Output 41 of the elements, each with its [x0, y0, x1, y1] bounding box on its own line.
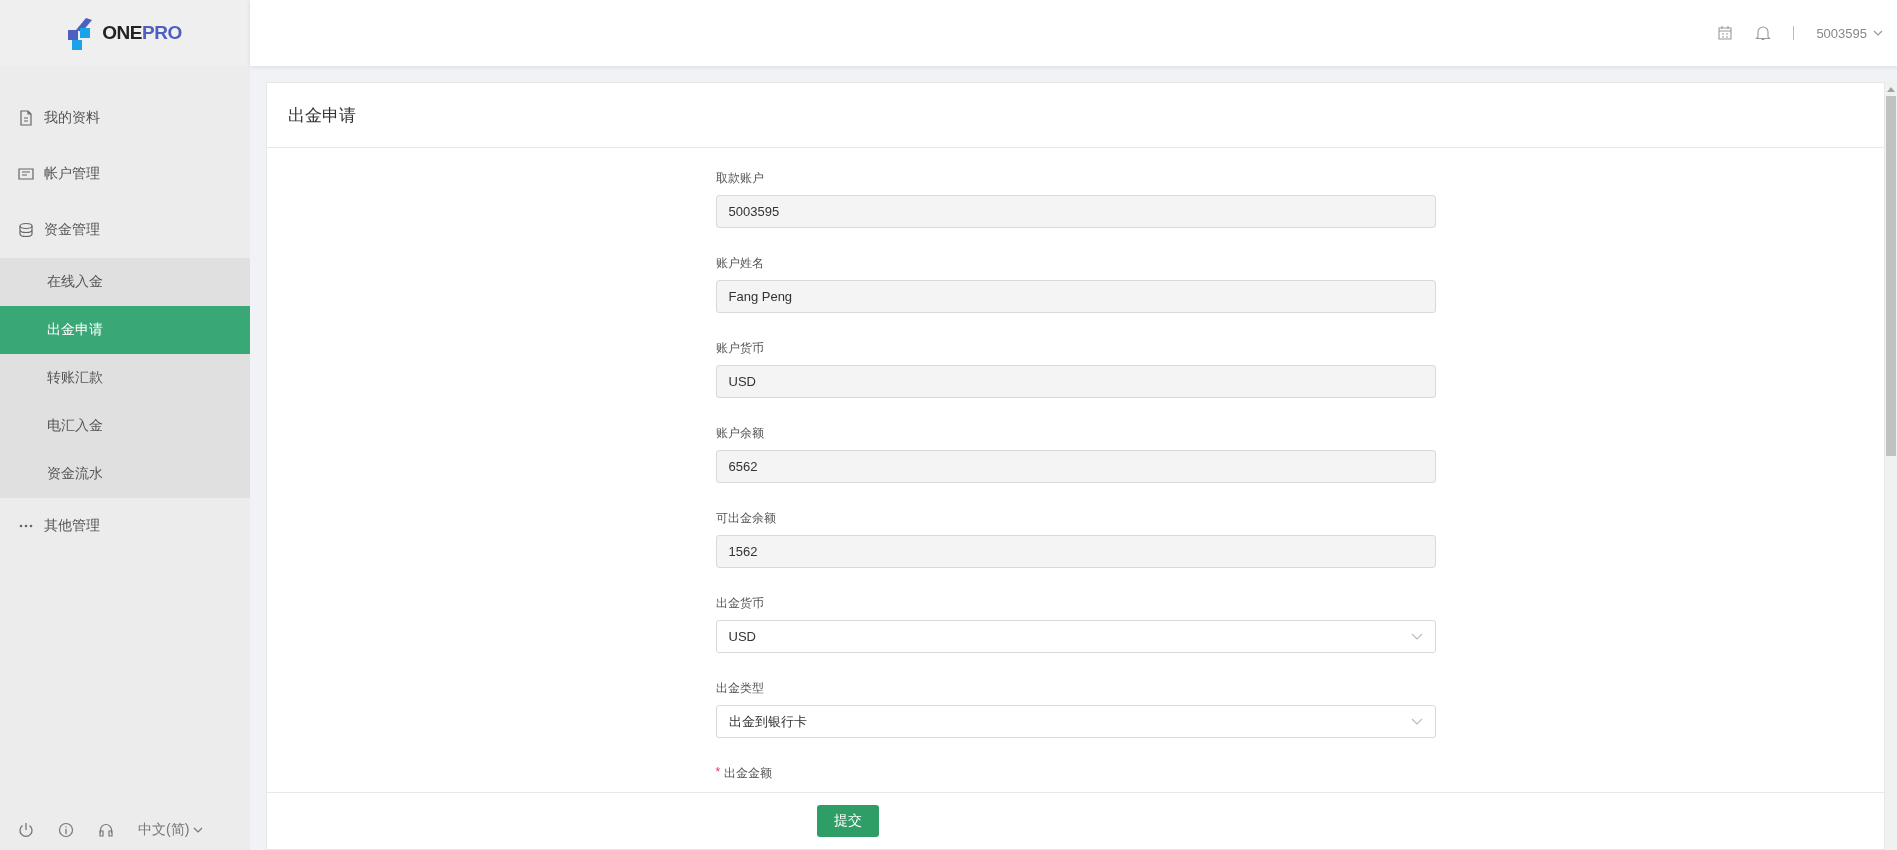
database-icon: [18, 222, 34, 238]
menu-item[interactable]: 其他管理: [0, 498, 250, 554]
select-field[interactable]: USD: [715, 620, 1436, 653]
select-field[interactable]: 出金到银行卡: [715, 705, 1436, 738]
scrollbar[interactable]: [1885, 82, 1897, 850]
menu-item[interactable]: 资金管理: [0, 202, 250, 258]
menu-item[interactable]: 帐户管理: [0, 146, 250, 202]
page-title: 出金申请: [267, 83, 1884, 148]
info-icon[interactable]: [58, 822, 74, 838]
field-label: 出金金额: [724, 765, 773, 782]
document-icon: [18, 110, 34, 126]
submenu-item[interactable]: 在线入金: [0, 258, 250, 306]
submenu-item[interactable]: 电汇入金: [0, 402, 250, 450]
submenu-item[interactable]: 转账汇款: [0, 354, 250, 402]
scroll-up-icon[interactable]: [1887, 86, 1895, 92]
language-selector[interactable]: 中文(简): [138, 821, 204, 839]
caret-icon: [1873, 29, 1883, 37]
field-label: 出金类型: [715, 680, 764, 697]
bell-icon[interactable]: [1755, 25, 1772, 41]
field-label: 账户姓名: [715, 255, 764, 272]
calendar-icon[interactable]: [1717, 25, 1734, 41]
field-label: 账户余额: [715, 425, 764, 442]
field-label: 取款账户: [715, 170, 764, 187]
power-icon[interactable]: [18, 822, 34, 838]
chevron-icon: [1410, 717, 1423, 726]
input-field[interactable]: 1562: [715, 535, 1436, 568]
field-label: 可出金余额: [715, 510, 776, 527]
input-field[interactable]: 5003595: [715, 195, 1436, 228]
caret-icon: [193, 826, 204, 834]
headset-icon[interactable]: [98, 822, 114, 838]
input-field[interactable]: USD: [715, 365, 1436, 398]
field-label: 账户货币: [715, 340, 764, 357]
input-field[interactable]: Fang Peng: [715, 280, 1436, 313]
list-icon: [18, 166, 34, 182]
menu-item[interactable]: 我的资料: [0, 90, 250, 146]
required-mark: *: [715, 765, 721, 781]
submenu-item[interactable]: 资金流水: [0, 450, 250, 498]
field-label: 出金货币: [715, 595, 764, 612]
input-field[interactable]: 6562: [715, 450, 1436, 483]
chevron-icon: [1410, 632, 1423, 641]
user-menu[interactable]: 5003595: [1816, 25, 1883, 41]
